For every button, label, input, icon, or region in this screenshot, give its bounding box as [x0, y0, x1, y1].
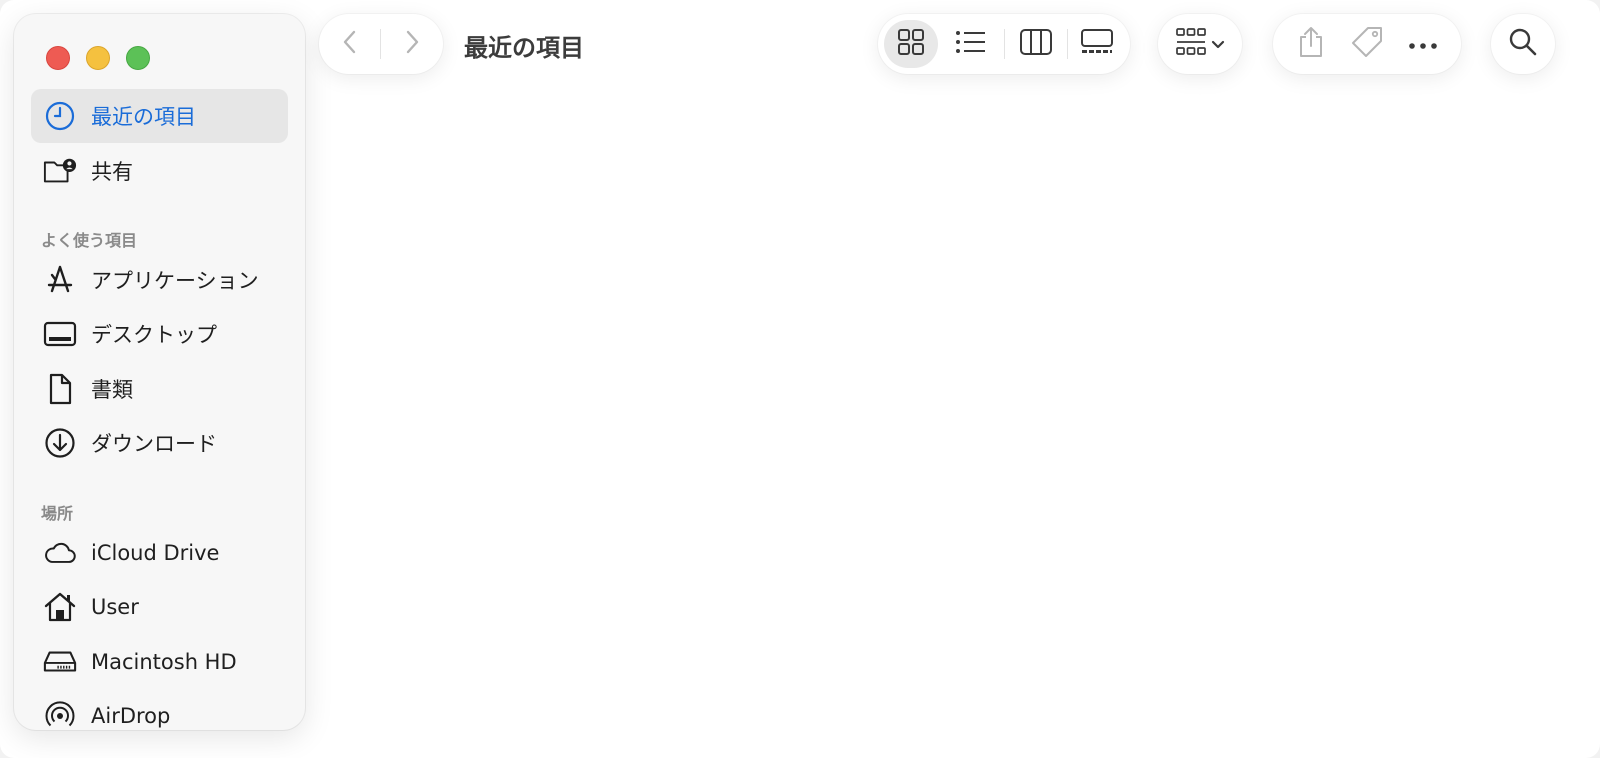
grid-icon: [897, 28, 925, 60]
sidebar-item-label: 最近の項目: [91, 105, 196, 129]
list-icon: [955, 29, 987, 59]
navigation-group: [319, 14, 443, 74]
section-header-favorites: よく使う項目: [41, 231, 138, 250]
gallery-view-button[interactable]: [1068, 20, 1126, 68]
tag-icon: [1350, 25, 1384, 63]
gallery-icon: [1080, 28, 1114, 60]
sidebar-item-label: 書類: [91, 378, 133, 402]
chevron-left-icon: [340, 28, 360, 60]
shared-folder-icon: [43, 154, 77, 188]
home-icon: [43, 590, 77, 624]
download-icon: [43, 426, 77, 460]
sidebar-item-label: ダウンロード: [91, 432, 217, 456]
minimize-window-button[interactable]: [86, 46, 110, 70]
sidebar-item-label: デスクトップ: [91, 323, 217, 347]
chevron-right-icon: [402, 28, 422, 60]
hard-drive-icon: [43, 645, 77, 679]
list-view-button[interactable]: [938, 20, 1004, 68]
sidebar-item-label: 共有: [91, 160, 133, 184]
cloud-icon: [43, 536, 77, 570]
sidebar-item-icloud-drive[interactable]: iCloud Drive: [31, 526, 288, 580]
finder-window: 最近の項目 共有 よく使う項目 アプリケーション デスクトップ 書類 ダウンロー…: [0, 0, 1600, 758]
zoom-window-button[interactable]: [126, 46, 150, 70]
columns-icon: [1019, 28, 1053, 60]
sidebar-item-documents[interactable]: 書類: [31, 362, 288, 416]
sidebar-item-downloads[interactable]: ダウンロード: [31, 416, 288, 470]
close-window-button[interactable]: [46, 46, 70, 70]
search-icon: [1508, 27, 1538, 61]
desktop-icon: [43, 317, 77, 351]
sidebar-item-label: User: [91, 595, 139, 619]
search-button[interactable]: [1491, 14, 1555, 74]
sidebar-item-label: AirDrop: [91, 704, 171, 728]
sidebar-item-airdrop[interactable]: AirDrop: [31, 689, 288, 730]
column-view-button[interactable]: [1005, 20, 1067, 68]
view-mode-group: [878, 14, 1130, 74]
chevron-down-icon: [1211, 35, 1225, 54]
sidebar-item-shared[interactable]: 共有: [31, 144, 288, 198]
more-button[interactable]: [1398, 20, 1448, 68]
sidebar: 最近の項目 共有 よく使う項目 アプリケーション デスクトップ 書類 ダウンロー…: [14, 14, 305, 730]
sidebar-item-applications[interactable]: アプリケーション: [31, 253, 288, 307]
sidebar-item-desktop[interactable]: デスクトップ: [31, 307, 288, 361]
applications-icon: [43, 263, 77, 297]
group-by-button[interactable]: [1158, 14, 1242, 74]
sidebar-item-label: Macintosh HD: [91, 650, 237, 674]
ellipsis-icon: [1408, 35, 1438, 54]
sidebar-item-label: iCloud Drive: [91, 541, 220, 565]
icon-view-button[interactable]: [884, 20, 938, 68]
share-icon: [1297, 25, 1325, 63]
forward-button[interactable]: [381, 20, 442, 68]
share-button[interactable]: [1286, 20, 1336, 68]
airdrop-icon: [43, 699, 77, 730]
group-grid-icon: [1175, 27, 1207, 61]
sidebar-item-user[interactable]: User: [31, 580, 288, 634]
document-icon: [43, 372, 77, 406]
back-button[interactable]: [319, 20, 380, 68]
tag-button[interactable]: [1342, 20, 1392, 68]
sidebar-item-label: アプリケーション: [91, 269, 259, 293]
sidebar-item-macintosh-hd[interactable]: Macintosh HD: [31, 635, 288, 689]
window-title: 最近の項目: [464, 34, 584, 62]
file-content-area[interactable]: [305, 90, 1600, 758]
sidebar-item-recents[interactable]: 最近の項目: [31, 89, 288, 143]
clock-icon: [43, 99, 77, 133]
actions-group: [1273, 14, 1461, 74]
section-header-locations: 場所: [41, 504, 74, 523]
